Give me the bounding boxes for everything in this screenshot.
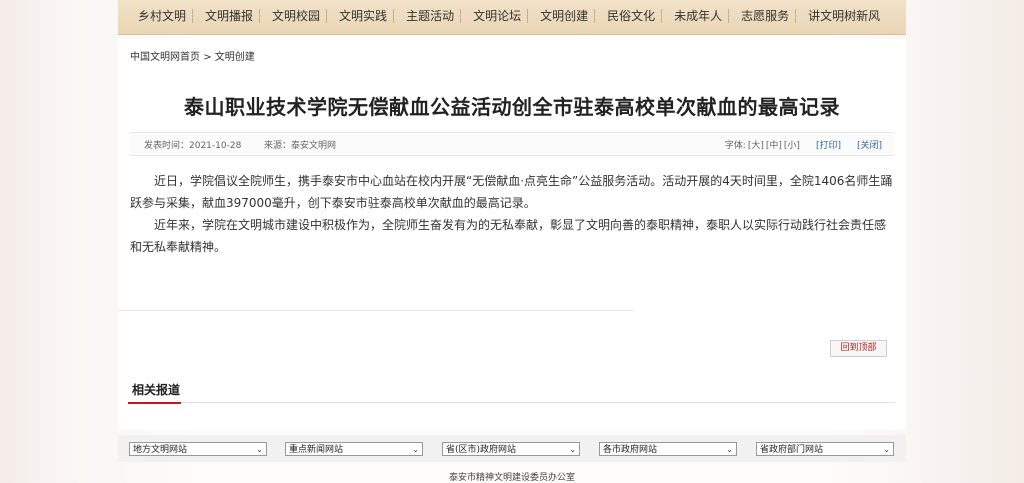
article-meta-bar: 发表时间：2021-10-28 来源：泰安文明网 字体: [大] [中] [小]… xyxy=(130,132,894,156)
chevron-down-icon: ⌄ xyxy=(569,445,576,454)
select-value: 各市政府网站 xyxy=(603,445,658,455)
nav-divider xyxy=(728,9,730,23)
nav-item-label[interactable]: 文明创建 xyxy=(540,9,588,23)
font-small-link[interactable]: [小] xyxy=(784,138,800,151)
breadcrumb-separator: > xyxy=(203,52,212,63)
tools-gap xyxy=(802,138,814,151)
nav-item-label[interactable]: 讲文明树新风 xyxy=(808,9,880,23)
nav-item-rural[interactable]: 乡村文明 xyxy=(132,9,199,23)
content-divider xyxy=(118,310,634,311)
chevron-down-icon: ⌄ xyxy=(726,445,733,454)
city-gov-select[interactable]: 各市政府网站 ⌄ xyxy=(599,442,737,456)
article-paragraph: 近年来，学院在文明城市建设中积极作为，全院师生奋发有为的无私奉献，彰显了文明向善… xyxy=(130,218,887,254)
nav-item-creation[interactable]: 文明创建 xyxy=(534,9,601,23)
nav-divider xyxy=(460,9,462,23)
nav-item-theme[interactable]: 主题活动 xyxy=(400,9,467,23)
top-navigation: 乡村文明 文明播报 文明校园 文明实践 主题活动 文明论坛 文明创建 民俗文化 … xyxy=(118,0,906,35)
publish-date: 发表时间：2021-10-28 xyxy=(144,141,242,151)
news-sites-select[interactable]: 重点新闻网站 ⌄ xyxy=(285,442,423,456)
nav-divider xyxy=(594,9,596,23)
chevron-down-icon: ⌄ xyxy=(412,445,419,454)
print-link[interactable]: [打印] xyxy=(816,138,841,151)
nav-item-forum[interactable]: 文明论坛 xyxy=(467,9,534,23)
article-title: 泰山职业技术学院无偿献血公益活动创全市驻泰高校单次献血的最高记录 xyxy=(184,95,840,119)
article-tools: 字体: [大] [中] [小] [打印] [关闭] xyxy=(725,138,882,151)
nav-divider xyxy=(192,9,194,23)
article-paragraph: 近日，学院倡议全院师生，携手泰安市中心血站在校内开展“无偿献血·点亮生命”公益服… xyxy=(130,174,893,210)
gov-dept-select[interactable]: 省政府部门网站 ⌄ xyxy=(756,442,894,456)
nav-item-label[interactable]: 文明论坛 xyxy=(473,9,521,23)
article-source: 来源：泰安文明网 xyxy=(264,141,337,151)
article-panel: 中国文明网首页 > 文明创建 泰山职业技术学院无偿献血公益活动创全市驻泰高校单次… xyxy=(118,39,906,430)
select-value: 省(区市)政府网站 xyxy=(446,445,517,455)
font-large-link[interactable]: [大] xyxy=(748,138,764,151)
local-sites-select[interactable]: 地方文明网站 ⌄ xyxy=(129,442,267,456)
site-links-bar: 地方文明网站 ⌄ 重点新闻网站 ⌄ 省(区市)政府网站 ⌄ 各市政府网站 ⌄ 省政府部门… xyxy=(118,435,906,462)
nav-item-folk[interactable]: 民俗文化 xyxy=(601,9,668,23)
nav-divider xyxy=(661,9,663,23)
nav-item-label[interactable]: 主题活动 xyxy=(406,9,454,23)
nav-item-label[interactable]: 未成年人 xyxy=(674,9,722,23)
nav-item-minors[interactable]: 未成年人 xyxy=(668,9,735,23)
select-value: 重点新闻网站 xyxy=(289,445,344,455)
chevron-down-icon: ⌄ xyxy=(256,445,263,454)
nav-item-label[interactable]: 志愿服务 xyxy=(741,9,789,23)
select-value: 省政府部门网站 xyxy=(760,445,824,455)
nav-divider xyxy=(527,9,529,23)
font-size-label: 字体: xyxy=(724,141,746,151)
nav-divider xyxy=(326,9,328,23)
back-to-top-button[interactable]: 回到顶部 xyxy=(830,340,887,357)
provincial-gov-select[interactable]: 省(区市)政府网站 ⌄ xyxy=(442,442,580,456)
nav-item-practice[interactable]: 文明实践 xyxy=(333,9,400,23)
nav-divider xyxy=(393,9,395,23)
breadcrumb-section-link[interactable]: 文明创建 xyxy=(215,52,255,63)
chevron-down-icon: ⌄ xyxy=(883,445,890,454)
select-value: 地方文明网站 xyxy=(133,445,188,455)
breadcrumb: 中国文明网首页 > 文明创建 xyxy=(130,48,255,63)
nav-item-label[interactable]: 民俗文化 xyxy=(607,9,655,23)
nav-item-label[interactable]: 文明实践 xyxy=(339,9,387,23)
nav-item-civility[interactable]: 讲文明树新风 xyxy=(802,9,886,23)
breadcrumb-home-link[interactable]: 中国文明网首页 xyxy=(130,52,200,63)
related-title-underline xyxy=(128,402,181,404)
nav-item-label[interactable]: 文明校园 xyxy=(272,9,320,23)
font-medium-link[interactable]: [中] xyxy=(766,138,782,151)
footer-text: 泰安市精神文明建设委员办公室 xyxy=(448,473,575,483)
related-reports-header: 相关报道 xyxy=(128,380,895,404)
nav-divider xyxy=(795,9,797,23)
nav-item-broadcast[interactable]: 文明播报 xyxy=(199,9,266,23)
tools-gap xyxy=(843,138,855,151)
nav-item-volunteer[interactable]: 志愿服务 xyxy=(735,9,802,23)
close-link[interactable]: [关闭] xyxy=(857,138,882,151)
nav-divider xyxy=(259,9,261,23)
nav-item-label[interactable]: 文明播报 xyxy=(205,9,253,23)
article-body: 近日，学院倡议全院师生，携手泰安市中心血站在校内开展“无偿献血·点亮生命”公益服… xyxy=(130,170,894,258)
nav-item-campus[interactable]: 文明校园 xyxy=(266,9,333,23)
related-reports-title: 相关报道 xyxy=(132,383,181,397)
nav-item-label[interactable]: 乡村文明 xyxy=(138,9,186,23)
